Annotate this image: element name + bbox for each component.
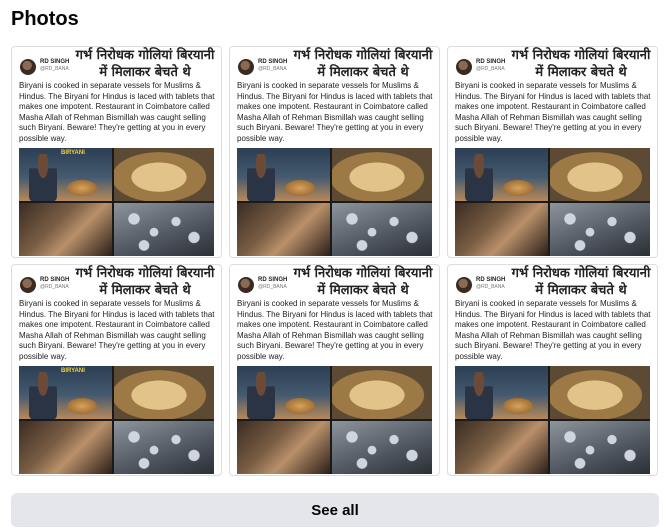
collage-pill-strips xyxy=(114,421,214,474)
photo-collage: BIRYANI xyxy=(19,366,214,474)
photo-tile[interactable]: गर्भ निरोधक गोलियां बिरयानी में मिलाकर ब… xyxy=(11,264,222,476)
post-body: Biryani is cooked in separate vessels fo… xyxy=(19,299,215,361)
post-headline: गर्भ निरोधक गोलियां बिरयानी में मिलाकर ब… xyxy=(75,266,215,298)
photo-tile[interactable]: गर्भ निरोधक गोलियां बिरयानी में मिलाकर ब… xyxy=(447,46,658,258)
collage-biryani-pot xyxy=(114,366,214,419)
collage-pill-strips xyxy=(550,203,650,256)
user-handle: @RD_BANA xyxy=(40,284,69,290)
collage-man-with-biryani xyxy=(455,366,548,419)
avatar xyxy=(238,59,254,75)
post-body: Biryani is cooked in separate vessels fo… xyxy=(19,81,215,143)
photo-collage: BIRYANI xyxy=(19,148,214,256)
collage-pill-strips xyxy=(550,421,650,474)
collage-biryani-pot xyxy=(550,366,650,419)
photo-collage xyxy=(455,148,650,256)
collage-hands xyxy=(455,203,548,256)
photo-collage xyxy=(237,366,432,474)
collage-biryani-pot xyxy=(332,366,432,419)
avatar xyxy=(20,59,36,75)
avatar xyxy=(456,277,472,293)
collage-biryani-pot xyxy=(550,148,650,201)
collage-man-with-biryani xyxy=(237,366,330,419)
user-name: RD SINGH xyxy=(476,59,506,65)
user-name: RD SINGH xyxy=(40,59,70,65)
photo-tile[interactable]: गर्भ निरोधक गोलियां बिरयानी में मिलाकर ब… xyxy=(229,264,440,476)
collage-hands xyxy=(19,203,112,256)
user-handle: @RD_BANA xyxy=(476,284,505,290)
avatar xyxy=(238,277,254,293)
collage-hands xyxy=(237,421,330,474)
post-headline: गर्भ निरोधक गोलियां बिरयानी में मिलाकर ब… xyxy=(511,48,651,80)
collage-man-with-biryani: BIRYANI xyxy=(19,366,112,419)
collage-hands xyxy=(19,421,112,474)
user-handle: @RD_BANA xyxy=(258,66,287,72)
photo-tile[interactable]: गर्भ निरोधक गोलियां बिरयानी में मिलाकर ब… xyxy=(447,264,658,476)
user-name: RD SINGH xyxy=(476,277,506,283)
collage-man-with-biryani xyxy=(455,148,548,201)
user-name: RD SINGH xyxy=(40,277,70,283)
user-name: RD SINGH xyxy=(258,277,288,283)
avatar xyxy=(20,277,36,293)
collage-label: BIRYANI xyxy=(61,150,85,156)
photos-heading: Photos xyxy=(11,8,79,30)
post-body: Biryani is cooked in separate vessels fo… xyxy=(455,81,651,143)
post-body: Biryani is cooked in separate vessels fo… xyxy=(237,299,433,361)
collage-label: BIRYANI xyxy=(61,368,85,374)
collage-pill-strips xyxy=(332,203,432,256)
collage-man-with-biryani xyxy=(237,148,330,201)
collage-man-with-biryani: BIRYANI xyxy=(19,148,112,201)
user-handle: @RD_BANA xyxy=(40,66,69,72)
collage-biryani-pot xyxy=(114,148,214,201)
post-body: Biryani is cooked in separate vessels fo… xyxy=(237,81,433,143)
collage-pill-strips xyxy=(332,421,432,474)
collage-hands xyxy=(237,203,330,256)
photo-collage xyxy=(455,366,650,474)
photo-collage xyxy=(237,148,432,256)
post-headline: गर्भ निरोधक गोलियां बिरयानी में मिलाकर ब… xyxy=(293,266,433,298)
photo-tile[interactable]: गर्भ निरोधक गोलियां बिरयानी में मिलाकर ब… xyxy=(229,46,440,258)
photos-grid: गर्भ निरोधक गोलियां बिरयानी में मिलाकर ब… xyxy=(11,46,659,476)
see-all-button[interactable]: See all xyxy=(11,493,659,527)
post-headline: गर्भ निरोधक गोलियां बिरयानी में मिलाकर ब… xyxy=(293,48,433,80)
user-name: RD SINGH xyxy=(258,59,288,65)
user-handle: @RD_BANA xyxy=(258,284,287,290)
collage-pill-strips xyxy=(114,203,214,256)
collage-hands xyxy=(455,421,548,474)
post-headline: गर्भ निरोधक गोलियां बिरयानी में मिलाकर ब… xyxy=(75,48,215,80)
collage-biryani-pot xyxy=(332,148,432,201)
post-body: Biryani is cooked in separate vessels fo… xyxy=(455,299,651,361)
user-handle: @RD_BANA xyxy=(476,66,505,72)
photo-tile[interactable]: गर्भ निरोधक गोलियां बिरयानी में मिलाकर ब… xyxy=(11,46,222,258)
post-headline: गर्भ निरोधक गोलियां बिरयानी में मिलाकर ब… xyxy=(511,266,651,298)
avatar xyxy=(456,59,472,75)
